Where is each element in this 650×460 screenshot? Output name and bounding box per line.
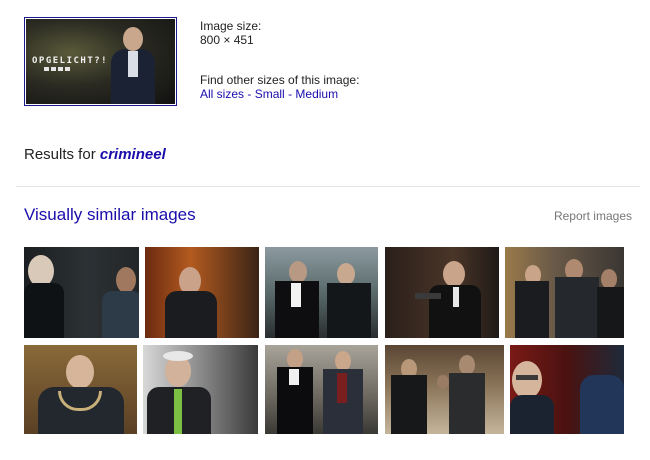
medium-size-link[interactable]: Medium bbox=[295, 87, 338, 101]
similar-image-5[interactable] bbox=[505, 247, 624, 338]
size-link-separator: - bbox=[247, 87, 252, 101]
size-links: All sizes - Small - Medium bbox=[200, 87, 338, 101]
results-prefix: Results for bbox=[24, 146, 96, 163]
similar-image-8[interactable] bbox=[265, 345, 378, 434]
query-image-brand-text: OPGELICHT?! bbox=[32, 56, 109, 66]
other-sizes-label: Find other sizes of this image: bbox=[200, 73, 360, 87]
results-for-line: Results for crimineel bbox=[24, 146, 166, 163]
similar-image-2[interactable] bbox=[145, 247, 259, 338]
report-images-link[interactable]: Report images bbox=[554, 209, 632, 223]
image-size-value: 800 × 451 bbox=[200, 33, 254, 47]
small-size-link[interactable]: Small bbox=[255, 87, 285, 101]
results-query-link[interactable]: crimineel bbox=[100, 146, 166, 163]
size-link-separator: - bbox=[288, 87, 293, 101]
image-size-label: Image size: bbox=[200, 19, 262, 33]
visually-similar-heading[interactable]: Visually similar images bbox=[24, 205, 196, 225]
all-sizes-link[interactable]: All sizes bbox=[200, 87, 244, 101]
similar-image-10[interactable] bbox=[510, 345, 624, 434]
similar-image-6[interactable] bbox=[24, 345, 137, 434]
query-image-brand-dots bbox=[44, 67, 70, 71]
similar-image-1[interactable] bbox=[24, 247, 139, 338]
similar-image-7[interactable] bbox=[143, 345, 258, 434]
section-divider bbox=[16, 186, 640, 187]
similar-image-9[interactable] bbox=[385, 345, 504, 434]
query-image: OPGELICHT?! bbox=[26, 19, 175, 104]
query-image-thumbnail[interactable]: OPGELICHT?! bbox=[24, 17, 177, 106]
similar-image-3[interactable] bbox=[265, 247, 378, 338]
similar-image-4[interactable] bbox=[385, 247, 499, 338]
query-image-person bbox=[111, 27, 155, 104]
